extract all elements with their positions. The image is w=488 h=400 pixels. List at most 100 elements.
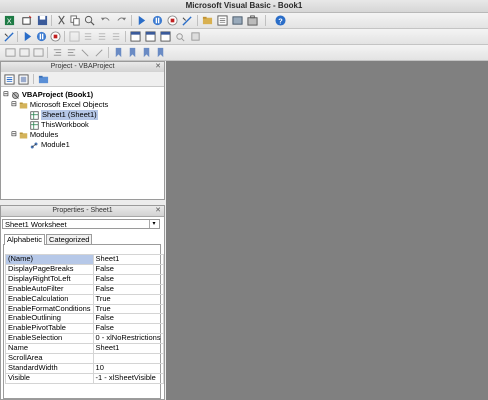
- run-icon[interactable]: [135, 14, 147, 26]
- outdent-icon[interactable]: [65, 46, 77, 58]
- property-name: EnableOutlining: [5, 313, 94, 325]
- properties-pane-title: Properties - Sheet1: [52, 207, 113, 214]
- standard-toolbar: X ?: [0, 13, 488, 29]
- list-constants-icon[interactable]: [18, 46, 30, 58]
- property-value[interactable]: False: [92, 263, 164, 275]
- property-row[interactable]: EnableAutoFilter False: [5, 283, 164, 295]
- view-object-icon[interactable]: [17, 73, 29, 85]
- step-out-icon[interactable]: [110, 30, 122, 42]
- step-into-icon[interactable]: [82, 30, 94, 42]
- tree-root-vbaproject[interactable]: ⊟ VBAProject (Book1): [3, 90, 93, 100]
- tree-item-sheet1[interactable]: Sheet1 (Sheet1): [30, 110, 98, 120]
- project-explorer-icon[interactable]: [201, 14, 213, 26]
- pause-icon[interactable]: [151, 14, 163, 26]
- property-row[interactable]: Name Sheet1: [5, 343, 164, 355]
- find-icon[interactable]: [83, 14, 95, 26]
- immediate-window-icon[interactable]: [144, 30, 156, 42]
- indent-icon[interactable]: [51, 46, 63, 58]
- property-row[interactable]: EnableSelection 0 - xlNoRestrictions: [5, 333, 164, 345]
- excel-icon[interactable]: X: [3, 14, 15, 26]
- project-pane-title: Project - VBAProject: [50, 63, 115, 70]
- close-icon[interactable]: ✕: [155, 206, 161, 216]
- copy-icon[interactable]: [69, 14, 81, 26]
- properties-grid: (Name) Sheet1 DisplayPageBreaks False Displa…: [5, 254, 164, 384]
- property-row[interactable]: EnableFormatConditions True: [5, 303, 164, 315]
- property-value[interactable]: 0 - xlNoRestrictions: [92, 333, 164, 345]
- continue-icon[interactable]: [21, 30, 33, 42]
- tree-item-label: Sheet1 (Sheet1): [41, 110, 98, 120]
- toggle-breakpoint-icon[interactable]: [68, 30, 80, 42]
- property-value[interactable]: False: [92, 313, 164, 325]
- design-mode-icon-2[interactable]: [3, 30, 15, 42]
- property-row[interactable]: Visible -1 - xlSheetVisible: [5, 372, 164, 384]
- watch-window-icon[interactable]: [159, 30, 171, 42]
- reset-icon[interactable]: [49, 30, 61, 42]
- design-mode-icon[interactable]: [181, 14, 193, 26]
- comment-block-icon[interactable]: [79, 46, 91, 58]
- property-value[interactable]: False: [92, 283, 164, 295]
- next-bookmark-icon[interactable]: [126, 46, 138, 58]
- property-name: DisplayRightToLeft: [5, 273, 94, 285]
- properties-pane-header: Properties - Sheet1 ✕: [1, 206, 164, 217]
- property-value[interactable]: 10: [92, 362, 164, 374]
- collapse-icon[interactable]: ⊟: [3, 90, 9, 100]
- property-name: Visible: [5, 372, 94, 384]
- undo-icon[interactable]: [99, 14, 111, 26]
- save-icon[interactable]: [36, 14, 48, 26]
- help-icon[interactable]: ?: [274, 14, 286, 26]
- toolbox-icon[interactable]: [246, 14, 258, 26]
- view-code-icon[interactable]: [3, 73, 15, 85]
- object-browser-icon[interactable]: [231, 14, 243, 26]
- code-workspace[interactable]: [166, 61, 488, 400]
- toggle-folders-icon[interactable]: [37, 73, 49, 85]
- call-stack-icon[interactable]: [189, 30, 201, 42]
- property-row[interactable]: StandardWidth 10: [5, 362, 164, 374]
- tree-item-thisworkbook[interactable]: ThisWorkbook: [30, 120, 89, 130]
- property-value[interactable]: Sheet1: [92, 254, 164, 265]
- locals-window-icon[interactable]: [129, 30, 141, 42]
- previous-bookmark-icon[interactable]: [140, 46, 152, 58]
- property-value[interactable]: False: [92, 323, 164, 335]
- property-row[interactable]: EnablePivotTable False: [5, 323, 164, 335]
- redo-icon[interactable]: [115, 14, 127, 26]
- chevron-down-icon[interactable]: ▾: [149, 220, 158, 228]
- clear-bookmarks-icon[interactable]: [154, 46, 166, 58]
- tree-item-module1[interactable]: Module1: [30, 140, 70, 150]
- property-row[interactable]: EnableOutlining False: [5, 313, 164, 325]
- object-selector-value: Sheet1 Worksheet: [5, 220, 67, 229]
- insert-userform-icon[interactable]: [20, 14, 32, 26]
- break-icon[interactable]: [35, 30, 47, 42]
- property-name: EnableSelection: [5, 333, 94, 345]
- close-icon[interactable]: ✕: [155, 62, 161, 72]
- property-value[interactable]: True: [92, 293, 164, 305]
- list-properties-icon[interactable]: [4, 46, 16, 58]
- property-row[interactable]: (Name) Sheet1: [5, 254, 164, 265]
- property-value[interactable]: Sheet1: [92, 343, 164, 355]
- step-over-icon[interactable]: [96, 30, 108, 42]
- tab-categorized-label: Categorized: [49, 235, 90, 244]
- properties-window-icon[interactable]: [216, 14, 228, 26]
- uncomment-block-icon[interactable]: [93, 46, 105, 58]
- quick-watch-icon[interactable]: [174, 30, 186, 42]
- collapse-icon[interactable]: ⊟: [11, 130, 17, 140]
- property-value[interactable]: False: [92, 273, 164, 285]
- toggle-bookmark-icon[interactable]: [112, 46, 124, 58]
- property-value[interactable]: [92, 353, 164, 364]
- property-name: Name: [5, 343, 94, 355]
- property-value[interactable]: True: [92, 303, 164, 315]
- property-row[interactable]: EnableCalculation True: [5, 293, 164, 305]
- quick-info-icon[interactable]: [32, 46, 44, 58]
- property-row[interactable]: DisplayRightToLeft False: [5, 273, 164, 285]
- tree-folder-modules[interactable]: ⊟ Modules: [11, 130, 58, 140]
- property-value[interactable]: -1 - xlSheetVisible: [92, 372, 164, 384]
- property-row[interactable]: ScrollArea: [5, 353, 164, 364]
- collapse-icon[interactable]: ⊟: [11, 100, 17, 110]
- tree-folder-excel-objects[interactable]: ⊟ Microsoft Excel Objects: [11, 100, 108, 110]
- property-row[interactable]: DisplayPageBreaks False: [5, 263, 164, 275]
- tab-alphabetic[interactable]: Alphabetic: [4, 234, 46, 245]
- edit-toolbar: [0, 45, 488, 61]
- stop-icon[interactable]: [166, 14, 178, 26]
- cut-icon[interactable]: [55, 14, 67, 26]
- tree-folder-label: Modules: [29, 130, 59, 139]
- object-selector[interactable]: Sheet1 Worksheet ▾: [2, 219, 160, 229]
